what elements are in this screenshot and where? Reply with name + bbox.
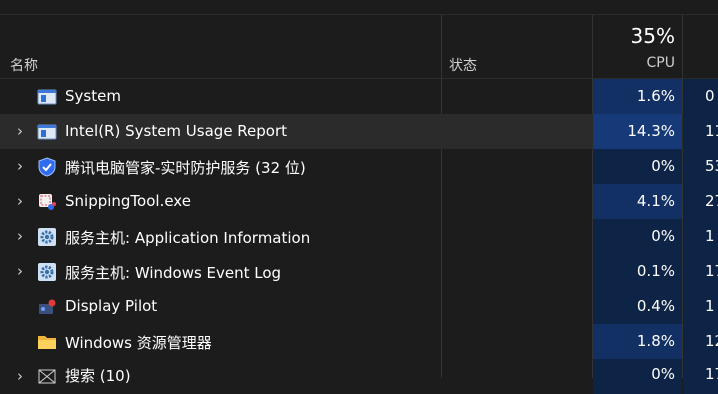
cpu-value: 1.8% [636,332,675,350]
cpu-value: 0% [651,365,675,383]
search-app-icon [37,367,57,387]
memory-column-header[interactable] [683,15,718,78]
process-name: Windows 资源管理器 [65,334,212,352]
top-strip [0,0,718,15]
cpu-column-label: CPU [646,55,675,71]
expand-chevron-icon[interactable]: › [13,193,27,209]
cpu-value: 0% [651,157,675,175]
process-row[interactable]: System 1.6% 0 [0,79,718,114]
memory-cell: 129 [683,324,718,359]
memory-cell: 17 [683,359,718,394]
process-row[interactable]: › Intel(R) System Usage Report 14.3% 113 [0,114,718,149]
expand-chevron-icon[interactable]: › [13,123,27,139]
process-list: System 1.6% 0 › Intel(R) System Usage Report… [0,79,718,394]
cpu-value: 4.1% [636,192,675,210]
cpu-column-header[interactable]: 35% CPU [593,15,682,78]
expand-chevron-icon[interactable]: › [13,158,27,174]
process-row[interactable]: › SnippingTool.exe 4.1% 27 [0,184,718,219]
memory-value: 0 [705,87,715,105]
display-pilot-icon [37,297,57,317]
process-name: 服务主机: Application Information [65,229,311,247]
memory-value: 17 [705,262,718,280]
process-name: 腾讯电脑管家-实时防护服务 (32 位) [65,159,306,177]
cpu-cell: 0% [593,219,682,254]
cpu-cell: 4.1% [593,184,682,219]
memory-cell: 53 [683,149,718,184]
process-row[interactable]: Windows 资源管理器 1.8% 129 [0,324,718,359]
status-column-header[interactable]: 状态 [449,55,477,75]
memory-value: 129 [705,332,718,350]
memory-cell: 113 [683,114,718,149]
memory-value: 17 [705,365,718,383]
memory-cell: 27 [683,184,718,219]
cpu-value: 0% [651,227,675,245]
memory-value: 1 [705,227,715,245]
process-row[interactable]: › 搜索 (10) 0% 17 [0,359,718,394]
gear-icon [37,262,57,282]
memory-cell: 0 [683,79,718,114]
process-name: System [65,87,121,105]
memory-cell: 1 [683,289,718,324]
memory-cell: 17 [683,254,718,289]
cpu-cell: 0% [593,149,682,184]
expand-chevron-icon[interactable]: › [13,368,27,384]
process-row[interactable]: › 腾讯电脑管家-实时防护服务 (32 位) 0% 53 [0,149,718,184]
name-column-header[interactable]: 名称 [10,55,38,75]
cpu-cell: 0.4% [593,289,682,324]
cpu-value: 1.6% [636,87,675,105]
cpu-cell: 0.1% [593,254,682,289]
process-row[interactable]: › 服务主机: Application Information 0% 1 [0,219,718,254]
memory-value: 27 [705,192,718,210]
cpu-value: 0.1% [636,262,675,280]
process-name: 服务主机: Windows Event Log [65,264,282,282]
process-row[interactable]: › 服务主机: Windows Event Log 0.1% 17 [0,254,718,289]
gear-icon [37,227,57,247]
cpu-cell: 0% [593,359,682,394]
snipping-tool-icon [37,192,57,212]
process-name: Display Pilot [65,297,158,315]
system-app-icon [37,87,57,107]
cpu-total-percent: 35% [630,24,675,48]
column-header: 名称 状态 35% CPU [0,15,718,79]
process-name: Intel(R) System Usage Report [65,122,288,140]
folder-icon [37,332,57,352]
system-app-icon [37,122,57,142]
cpu-cell: 1.6% [593,79,682,114]
process-name: 搜索 (10) [65,367,131,385]
expand-chevron-icon[interactable]: › [13,228,27,244]
memory-cell: 1 [683,219,718,254]
memory-value: 1 [705,297,715,315]
memory-value: 53 [705,157,718,175]
cpu-cell: 14.3% [593,114,682,149]
process-name: SnippingTool.exe [65,192,191,210]
cpu-cell: 1.8% [593,324,682,359]
memory-value: 113 [705,122,718,140]
cpu-value: 0.4% [636,297,675,315]
process-row[interactable]: Display Pilot 0.4% 1 [0,289,718,324]
shield-icon [37,157,57,177]
cpu-value: 14.3% [627,122,675,140]
expand-chevron-icon[interactable]: › [13,263,27,279]
